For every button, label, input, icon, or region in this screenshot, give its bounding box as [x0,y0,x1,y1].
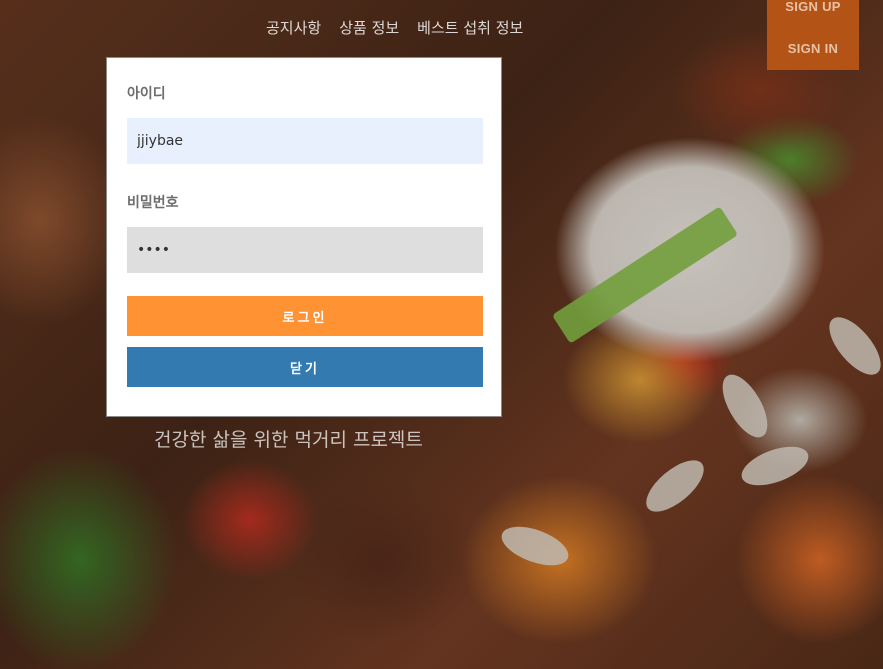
close-button[interactable]: 닫기 [127,347,483,387]
id-input[interactable] [127,118,483,164]
login-modal: 아이디 비밀번호 로그인 닫기 [106,57,502,417]
nav-item-notice[interactable]: 공지사항 [266,17,321,38]
nav-item-product-info[interactable]: 상품 정보 [339,17,399,38]
id-label: 아이디 [127,86,166,102]
sign-in-link[interactable]: SIGN IN [788,42,839,56]
login-button[interactable]: 로그인 [127,296,483,336]
top-navigation: 공지사항 상품 정보 베스트 섭취 정보 [266,17,523,38]
password-input[interactable] [127,227,483,273]
nav-item-best-intake-info[interactable]: 베스트 섭취 정보 [417,17,523,38]
sign-up-link[interactable]: SIGN UP [785,0,841,14]
password-label: 비밀번호 [127,195,179,211]
hero-tagline: 건강한 삶을 위한 먹거리 프로젝트 [154,429,423,451]
auth-box: SIGN UP SIGN IN [767,0,859,70]
